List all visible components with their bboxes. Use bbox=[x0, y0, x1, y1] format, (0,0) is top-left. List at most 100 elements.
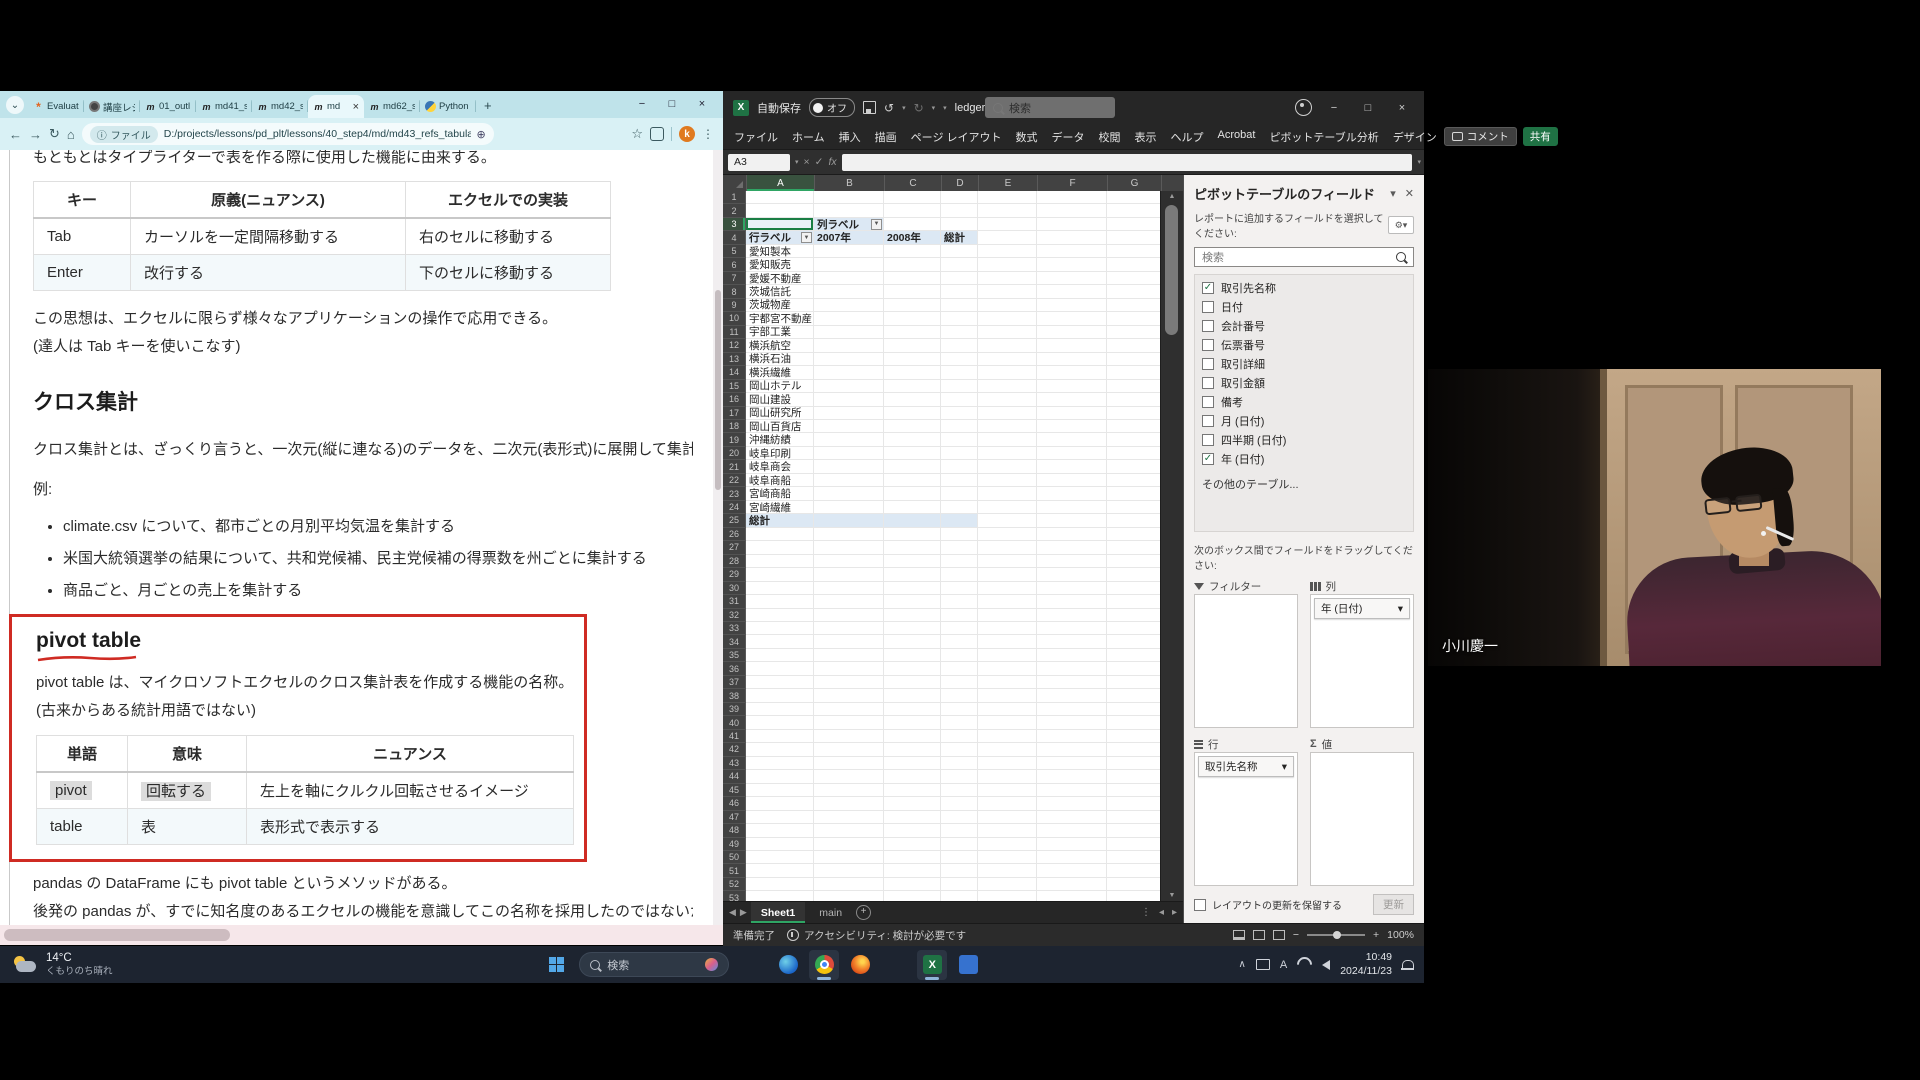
cell-E3[interactable] bbox=[978, 218, 1037, 231]
row-header-40[interactable]: 40 bbox=[723, 716, 746, 729]
cell-A53[interactable] bbox=[746, 891, 814, 901]
cell-D32[interactable] bbox=[941, 609, 978, 622]
cell-E32[interactable] bbox=[978, 609, 1037, 622]
cell-B32[interactable] bbox=[814, 609, 884, 622]
cell-B1[interactable] bbox=[814, 191, 884, 204]
cell-E12[interactable] bbox=[978, 339, 1037, 352]
cell-E49[interactable] bbox=[978, 838, 1037, 851]
sheet-prev-icon[interactable]: ◀ bbox=[729, 907, 736, 918]
cell-B22[interactable] bbox=[814, 474, 884, 487]
expand-formula-bar-icon[interactable]: ▾ bbox=[1417, 158, 1421, 166]
cell-D10[interactable] bbox=[941, 312, 978, 325]
cell-D44[interactable] bbox=[941, 770, 978, 783]
cell-F38[interactable] bbox=[1037, 689, 1107, 702]
windows-start-button[interactable] bbox=[541, 950, 571, 980]
row-header-24[interactable]: 24 bbox=[723, 501, 746, 514]
cell-A49[interactable] bbox=[746, 838, 814, 851]
cell-F9[interactable] bbox=[1037, 299, 1107, 312]
cell-G16[interactable] bbox=[1107, 393, 1161, 406]
cell-D7[interactable] bbox=[941, 272, 978, 285]
cell-C32[interactable] bbox=[884, 609, 941, 622]
cell-C50[interactable] bbox=[884, 851, 941, 864]
cell-G35[interactable] bbox=[1107, 649, 1161, 662]
cell-G53[interactable] bbox=[1107, 891, 1161, 901]
profile-avatar[interactable]: k bbox=[679, 126, 695, 142]
cell-B23[interactable] bbox=[814, 487, 884, 500]
cell-E2[interactable] bbox=[978, 204, 1037, 217]
cell-C46[interactable] bbox=[884, 797, 941, 810]
cell-B13[interactable] bbox=[814, 353, 884, 366]
column-header-A[interactable]: A bbox=[747, 175, 815, 191]
checkbox-icon[interactable] bbox=[1202, 396, 1214, 408]
cell-F35[interactable] bbox=[1037, 649, 1107, 662]
cell-E36[interactable] bbox=[978, 662, 1037, 675]
new-tab-button[interactable]: + bbox=[484, 98, 492, 113]
cell-B26[interactable] bbox=[814, 528, 884, 541]
cell-A34[interactable] bbox=[746, 635, 814, 648]
cell-G10[interactable] bbox=[1107, 312, 1161, 325]
cell-B47[interactable] bbox=[814, 811, 884, 824]
account-avatar-icon[interactable] bbox=[1295, 99, 1312, 116]
row-header-21[interactable]: 21 bbox=[723, 460, 746, 473]
cell-B14[interactable] bbox=[814, 366, 884, 379]
row-header-7[interactable]: 7 bbox=[723, 272, 746, 285]
cell-D50[interactable] bbox=[941, 851, 978, 864]
pill-dropdown-icon[interactable]: ▾ bbox=[1398, 603, 1403, 615]
cell-D18[interactable] bbox=[941, 420, 978, 433]
cell-D25[interactable] bbox=[941, 514, 978, 527]
cell-C7[interactable] bbox=[884, 272, 941, 285]
comments-button[interactable]: コメント bbox=[1444, 127, 1517, 146]
cell-D40[interactable] bbox=[941, 716, 978, 729]
cell-F39[interactable] bbox=[1037, 703, 1107, 716]
column-header-B[interactable]: B bbox=[815, 175, 885, 191]
cell-C34[interactable] bbox=[884, 635, 941, 648]
defer-layout-checkbox[interactable] bbox=[1194, 899, 1206, 911]
row-header-32[interactable]: 32 bbox=[723, 609, 746, 622]
forward-icon[interactable]: → bbox=[29, 127, 42, 142]
cell-F2[interactable] bbox=[1037, 204, 1107, 217]
cell-G48[interactable] bbox=[1107, 824, 1161, 837]
scrollbar-thumb[interactable] bbox=[1165, 205, 1178, 335]
field-item[interactable]: 月 (日付) bbox=[1197, 411, 1411, 430]
cell-G51[interactable] bbox=[1107, 864, 1161, 877]
wifi-icon[interactable] bbox=[1294, 954, 1315, 975]
cell-E8[interactable] bbox=[978, 285, 1037, 298]
scroll-up-icon[interactable]: ▲ bbox=[1161, 193, 1183, 200]
cell-G6[interactable] bbox=[1107, 258, 1161, 271]
cell-B29[interactable] bbox=[814, 568, 884, 581]
cell-C49[interactable] bbox=[884, 838, 941, 851]
cell-G49[interactable] bbox=[1107, 838, 1161, 851]
cell-G17[interactable] bbox=[1107, 407, 1161, 420]
cell-D27[interactable] bbox=[941, 541, 978, 554]
zoom-icon[interactable]: ⊕ bbox=[477, 128, 486, 141]
cell-B18[interactable] bbox=[814, 420, 884, 433]
cell-F16[interactable] bbox=[1037, 393, 1107, 406]
cell-C8[interactable] bbox=[884, 285, 941, 298]
cancel-icon[interactable]: × bbox=[804, 156, 810, 168]
close-button[interactable]: × bbox=[1390, 102, 1414, 114]
row-header-27[interactable]: 27 bbox=[723, 541, 746, 554]
volume-icon[interactable] bbox=[1322, 960, 1330, 970]
task-view-taskbar-icon[interactable] bbox=[737, 950, 767, 980]
address-bar[interactable]: ⓘ ファイル D:/projects/lessons/pd_plt/lesson… bbox=[82, 123, 494, 145]
row-header-9[interactable]: 9 bbox=[723, 299, 746, 312]
cell-B37[interactable] bbox=[814, 676, 884, 689]
row-header-25[interactable]: 25 bbox=[723, 514, 746, 527]
cell-E53[interactable] bbox=[978, 891, 1037, 901]
cell-F48[interactable] bbox=[1037, 824, 1107, 837]
row-header-31[interactable]: 31 bbox=[723, 595, 746, 608]
cell-G3[interactable] bbox=[1107, 218, 1161, 231]
row-header-4[interactable]: 4 bbox=[723, 231, 746, 244]
cell-E23[interactable] bbox=[978, 487, 1037, 500]
cell-G47[interactable] bbox=[1107, 811, 1161, 824]
cell-B51[interactable] bbox=[814, 864, 884, 877]
cell-B21[interactable] bbox=[814, 460, 884, 473]
cell-B16[interactable] bbox=[814, 393, 884, 406]
column-header-D[interactable]: D bbox=[942, 175, 979, 191]
cell-E28[interactable] bbox=[978, 555, 1037, 568]
cell-A30[interactable] bbox=[746, 582, 814, 595]
row-header-45[interactable]: 45 bbox=[723, 784, 746, 797]
zoom-slider[interactable] bbox=[1307, 934, 1365, 936]
field-item[interactable]: 伝票番号 bbox=[1197, 335, 1411, 354]
cell-F13[interactable] bbox=[1037, 353, 1107, 366]
